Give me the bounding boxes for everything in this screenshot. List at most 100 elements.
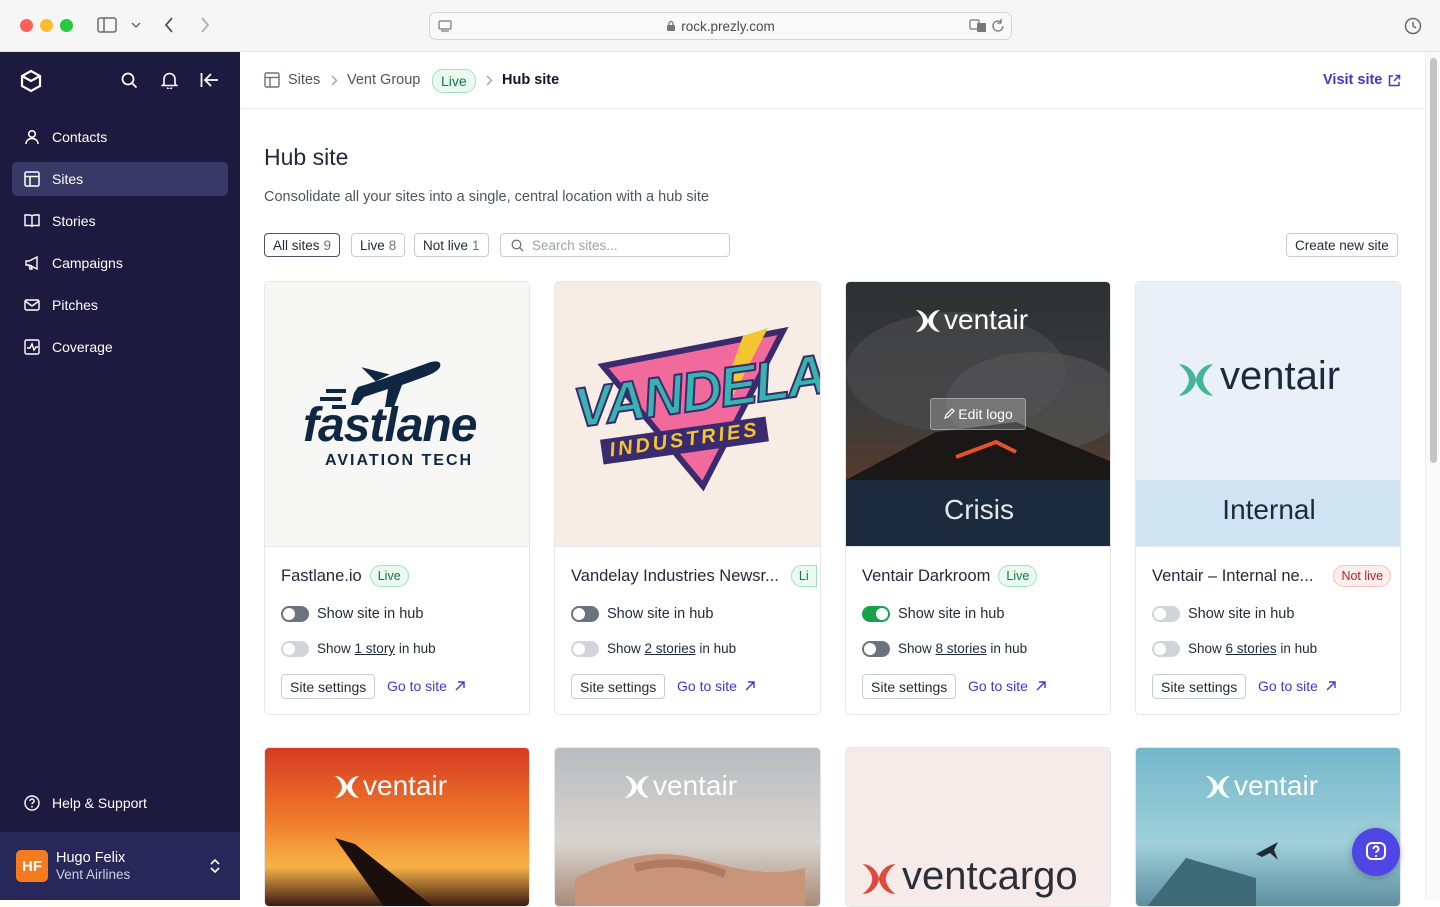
visit-site-label: Visit site <box>1323 72 1383 88</box>
site-name-label: Fastlane.io <box>281 566 362 585</box>
logo-text: ventair <box>653 770 738 801</box>
stories-post: in hub <box>398 641 436 656</box>
breadcrumb: Sites Vent Group Live Hub site Visit sit… <box>240 52 1425 109</box>
stories-toggle-label: Show 6 stories in hub <box>1188 641 1317 656</box>
bell-icon[interactable] <box>161 71 178 89</box>
create-new-site-button[interactable]: Create new site <box>1286 233 1398 257</box>
reload-icon[interactable] <box>991 19 1005 33</box>
go-to-site-link[interactable]: Go to site <box>1258 678 1336 694</box>
filter-live[interactable]: Live 8 <box>351 233 406 257</box>
scrollbar-thumb[interactable] <box>1430 58 1437 463</box>
breadcrumb-sites[interactable]: Sites <box>288 72 320 88</box>
site-card-image[interactable]: ventcargo <box>845 747 1111 907</box>
stories-pre: Show <box>607 641 641 656</box>
go-to-site-link[interactable]: Go to site <box>968 678 1046 694</box>
filter-not-live[interactable]: Not live 1 <box>414 233 489 257</box>
search-icon[interactable] <box>121 72 138 89</box>
site-card-image[interactable]: ventair <box>554 747 821 907</box>
minimize-window-icon[interactable] <box>40 19 53 32</box>
stories-link[interactable]: 6 stories <box>1226 641 1277 656</box>
avatar: HF <box>16 850 48 882</box>
page-scrollbar[interactable] <box>1425 52 1440 900</box>
page-title: Hub site <box>264 144 349 170</box>
browser-toolbar: rock.prezly.com <box>0 0 1440 52</box>
site-card-image[interactable]: ventair <box>1135 747 1401 907</box>
site-logo-image[interactable]: ventair Internal <box>1136 282 1400 547</box>
page-icon <box>438 20 452 32</box>
show-stories-toggle[interactable] <box>1152 641 1180 657</box>
stories-link[interactable]: 8 stories <box>936 641 987 656</box>
show-site-in-hub-toggle[interactable] <box>862 606 890 622</box>
logo-subtext: Crisis <box>944 494 1014 525</box>
show-site-in-hub-toggle[interactable] <box>281 606 309 622</box>
back-icon[interactable] <box>164 17 174 33</box>
logo-subtext: AVIATION TECH <box>325 452 474 469</box>
sidebar-item-label: Pitches <box>52 297 98 313</box>
address-bar[interactable]: rock.prezly.com <box>429 12 1012 40</box>
history-icon[interactable] <box>1404 17 1422 35</box>
show-site-in-hub-toggle[interactable] <box>571 606 599 622</box>
arrow-up-right-icon <box>1326 681 1336 691</box>
filter-label: All sites <box>273 237 320 253</box>
collapse-sidebar-icon[interactable] <box>200 72 219 88</box>
search-placeholder: Search sites... <box>532 237 618 253</box>
site-settings-button[interactable]: Site settings <box>1152 674 1247 699</box>
show-stories-toggle[interactable] <box>571 641 599 657</box>
site-logo-image[interactable]: VANDELAY INDUSTRIES <box>555 282 820 547</box>
close-window-icon[interactable] <box>20 19 33 32</box>
site-name: Fastlane.io Live <box>281 565 409 587</box>
chevron-down-icon[interactable] <box>131 22 141 29</box>
filter-all-sites[interactable]: All sites 9 <box>264 233 341 257</box>
help-support-link[interactable]: Help & Support <box>12 786 228 820</box>
site-card-image[interactable]: ventair <box>264 747 530 907</box>
filter-count: 8 <box>388 237 397 253</box>
site-name-label: Ventair Darkroom <box>862 566 991 585</box>
help-chat-button[interactable] <box>1352 828 1400 876</box>
go-to-site-link[interactable]: Go to site <box>387 678 465 694</box>
edit-logo-label: Edit logo <box>958 406 1013 422</box>
sidebar-item-sites[interactable]: Sites <box>12 162 228 196</box>
go-to-site-label: Go to site <box>1258 678 1318 694</box>
site-name: Ventair – Internal ne... Not live <box>1152 565 1392 587</box>
edit-logo-button[interactable]: Edit logo <box>930 398 1026 430</box>
site-settings-button[interactable]: Site settings <box>571 674 666 699</box>
book-icon <box>24 214 40 228</box>
sidebar-item-stories[interactable]: Stories <box>12 204 228 238</box>
site-logo-image[interactable]: fastlane AVIATION TECH <box>265 282 529 547</box>
go-to-site-label: Go to site <box>387 678 447 694</box>
external-link-icon <box>1389 74 1401 86</box>
status-badge: Live <box>369 565 409 587</box>
show-stories-toggle[interactable] <box>862 641 890 657</box>
maximize-window-icon[interactable] <box>60 19 73 32</box>
site-logo-image[interactable]: ventair Crisis Edit logo <box>846 282 1110 547</box>
site-settings-button[interactable]: Site settings <box>862 674 957 699</box>
forward-icon[interactable] <box>200 17 210 33</box>
arrow-up-right-icon <box>1036 681 1046 691</box>
sidebar-item-contacts[interactable]: Contacts <box>12 120 228 154</box>
stories-pre: Show <box>898 641 932 656</box>
go-to-site-link[interactable]: Go to site <box>677 678 755 694</box>
user-menu[interactable]: HF Hugo Felix Vent Airlines <box>0 832 240 900</box>
status-badge: Not live <box>1333 565 1392 587</box>
sidebar-item-coverage[interactable]: Coverage <box>12 330 228 364</box>
visit-site-link[interactable]: Visit site <box>1323 72 1401 88</box>
sidebar-item-campaigns[interactable]: Campaigns <box>12 246 228 280</box>
sidebar-item-pitches[interactable]: Pitches <box>12 288 228 322</box>
sidebar-toggle-icon[interactable] <box>97 17 117 33</box>
user-icon <box>25 129 39 145</box>
stories-link[interactable]: 2 stories <box>645 641 696 656</box>
chevron-right-icon <box>331 75 338 86</box>
translate-icon[interactable] <box>969 19 987 33</box>
site-settings-button[interactable]: Site settings <box>281 674 376 699</box>
wing-silhouette <box>335 838 433 906</box>
prezly-logo-icon[interactable] <box>20 69 42 93</box>
help-label: Help & Support <box>52 795 147 811</box>
search-input[interactable]: Search sites... <box>500 233 730 257</box>
site-card: VANDELAY INDUSTRIES Vandelay Industries … <box>554 281 821 715</box>
show-site-in-hub-toggle[interactable] <box>1152 606 1180 622</box>
logo-text: ventair <box>1220 354 1341 398</box>
breadcrumb-group[interactable]: Vent Group <box>347 72 420 88</box>
show-stories-toggle[interactable] <box>281 641 309 657</box>
stories-link[interactable]: 1 story <box>355 641 396 656</box>
stories-pre: Show <box>1188 641 1222 656</box>
